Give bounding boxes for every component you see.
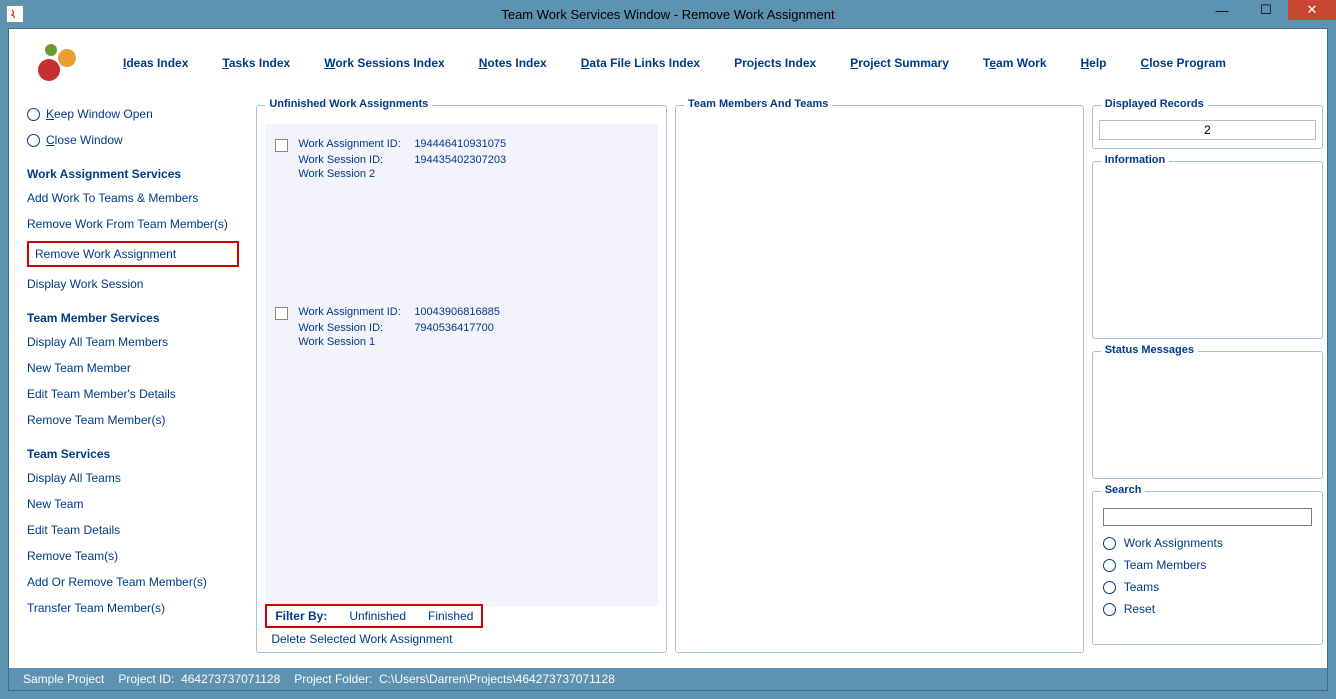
search-work-assignments[interactable]: Work Assignments <box>1103 536 1312 550</box>
wa-id-value: 194446410931075 <box>414 138 506 152</box>
ws-id-label: Work Session ID: <box>298 322 414 334</box>
minimize-button[interactable]: — <box>1200 0 1244 20</box>
unfinished-assignments-panel: Unfinished Work Assignments Work Assignm… <box>256 105 667 653</box>
close-window-radio[interactable]: Close Window <box>27 131 242 149</box>
assignments-list: Work Assignment ID: 194446410931075 Work… <box>265 124 658 606</box>
inner-frame: Ideas Index Tasks Index Work Sessions In… <box>8 28 1328 691</box>
keep-window-open-radio[interactable]: Keep Window Open <box>27 105 242 123</box>
display-work-session-link[interactable]: Display Work Session <box>27 275 242 293</box>
information-legend: Information <box>1101 154 1170 166</box>
displayed-records-panel: Displayed Records 2 <box>1092 105 1323 149</box>
remove-team-members-link[interactable]: Remove Team Member(s) <box>27 411 242 429</box>
edit-team-details-link[interactable]: Edit Team Details <box>27 521 242 539</box>
folder-label: Project Folder: <box>294 672 372 686</box>
radio-icon <box>27 108 40 121</box>
topbar: Ideas Index Tasks Index Work Sessions In… <box>9 29 1327 97</box>
display-all-members-link[interactable]: Display All Team Members <box>27 333 242 351</box>
menu-help[interactable]: Help <box>1081 56 1107 70</box>
titlebar: Team Work Services Window - Remove Work … <box>0 0 1336 28</box>
menu-projects[interactable]: Projects Index <box>734 56 816 70</box>
section-team-member: Team Member Services <box>27 311 242 325</box>
remove-teams-link[interactable]: Remove Team(s) <box>27 547 242 565</box>
menu-notes[interactable]: Notes Index <box>479 56 547 70</box>
sidebar: Keep Window Open Close Window Work Assig… <box>13 97 256 666</box>
menu-teamwork[interactable]: Team Work <box>983 56 1047 70</box>
pid-label: Project ID: <box>118 672 174 686</box>
team-members-panel: Team Members And Teams <box>675 105 1084 653</box>
search-reset-label: Reset <box>1124 602 1155 616</box>
team-members-legend: Team Members And Teams <box>684 98 832 110</box>
logo <box>29 38 89 88</box>
ws-name: Work Session 1 <box>298 336 414 348</box>
status-messages-panel: Status Messages <box>1092 351 1323 479</box>
status-project-name: Sample Project <box>23 672 104 686</box>
search-teams-label: Teams <box>1124 580 1159 594</box>
information-panel: Information <box>1092 161 1323 339</box>
assignment-item[interactable]: Work Assignment ID: 194446410931075 Work… <box>275 138 648 306</box>
radio-icon <box>1103 537 1116 550</box>
unfinished-assignments-legend: Unfinished Work Assignments <box>265 98 432 110</box>
section-team: Team Services <box>27 447 242 461</box>
new-team-member-link[interactable]: New Team Member <box>27 359 242 377</box>
filter-unfinished[interactable]: Unfinished <box>349 609 406 623</box>
display-all-teams-link[interactable]: Display All Teams <box>27 469 242 487</box>
assignment-item[interactable]: Work Assignment ID: 10043906816885 Work … <box>275 306 648 474</box>
search-legend: Search <box>1101 484 1146 496</box>
search-wa-label: Work Assignments <box>1124 536 1223 550</box>
ws-id-value: 194435402307203 <box>414 154 506 166</box>
search-panel: Search Work Assignments Team Members Tea… <box>1092 491 1323 645</box>
radio-icon <box>1103 603 1116 616</box>
add-remove-members-link[interactable]: Add Or Remove Team Member(s) <box>27 573 242 591</box>
status-project-id: Project ID: 464273737071128 <box>118 672 280 686</box>
filter-finished[interactable]: Finished <box>428 609 473 623</box>
ws-id-label: Work Session ID: <box>298 154 414 166</box>
add-work-link[interactable]: Add Work To Teams & Members <box>27 189 242 207</box>
menu: Ideas Index Tasks Index Work Sessions In… <box>123 56 1226 70</box>
menu-tasks[interactable]: Tasks Index <box>222 56 290 70</box>
remove-work-assignment-link[interactable]: Remove Work Assignment <box>27 241 239 267</box>
search-team-members[interactable]: Team Members <box>1103 558 1312 572</box>
close-button[interactable]: ✕ <box>1288 0 1336 20</box>
delete-selected-link[interactable]: Delete Selected Work Assignment <box>271 632 452 646</box>
wa-id-label: Work Assignment ID: <box>298 138 414 152</box>
ws-id-value: 7940536417700 <box>414 322 494 334</box>
search-tm-label: Team Members <box>1124 558 1207 572</box>
pid-value: 464273737071128 <box>181 672 280 686</box>
filter-row: Filter By: Unfinished Finished <box>265 604 483 628</box>
window-buttons: — ☐ ✕ <box>1200 0 1336 20</box>
checkbox[interactable] <box>275 139 288 152</box>
remove-work-from-members-link[interactable]: Remove Work From Team Member(s) <box>27 215 242 233</box>
transfer-members-link[interactable]: Transfer Team Member(s) <box>27 599 242 617</box>
folder-value: C:\Users\Darren\Projects\464273737071128 <box>379 672 615 686</box>
status-project-folder: Project Folder: C:\Users\Darren\Projects… <box>294 672 615 686</box>
menu-ideas[interactable]: Ideas Index <box>123 56 188 70</box>
section-work-assignment: Work Assignment Services <box>27 167 242 181</box>
checkbox[interactable] <box>275 307 288 320</box>
displayed-records-value: 2 <box>1099 120 1316 140</box>
displayed-records-legend: Displayed Records <box>1101 98 1208 110</box>
wa-id-value: 10043906816885 <box>414 306 500 320</box>
right-column: Displayed Records 2 Information Status M… <box>1092 97 1323 666</box>
maximize-button[interactable]: ☐ <box>1244 0 1288 20</box>
status-legend: Status Messages <box>1101 344 1198 356</box>
wa-id-label: Work Assignment ID: <box>298 306 414 320</box>
content: Keep Window Open Close Window Work Assig… <box>9 97 1327 666</box>
edit-team-member-link[interactable]: Edit Team Member's Details <box>27 385 242 403</box>
radio-icon <box>27 134 40 147</box>
menu-close[interactable]: Close Program <box>1141 56 1226 70</box>
search-teams[interactable]: Teams <box>1103 580 1312 594</box>
search-input[interactable] <box>1103 508 1312 526</box>
new-team-link[interactable]: New Team <box>27 495 242 513</box>
menu-projectsummary[interactable]: Project Summary <box>850 56 949 70</box>
ws-name: Work Session 2 <box>298 168 414 180</box>
radio-icon <box>1103 581 1116 594</box>
filter-label: Filter By: <box>275 609 327 623</box>
menu-worksessions[interactable]: Work Sessions Index <box>324 56 445 70</box>
statusbar: Sample Project Project ID: 4642737370711… <box>9 668 1327 690</box>
search-reset[interactable]: Reset <box>1103 602 1312 616</box>
window-title: Team Work Services Window - Remove Work … <box>0 7 1336 22</box>
menu-datafile[interactable]: Data File Links Index <box>581 56 700 70</box>
radio-icon <box>1103 559 1116 572</box>
